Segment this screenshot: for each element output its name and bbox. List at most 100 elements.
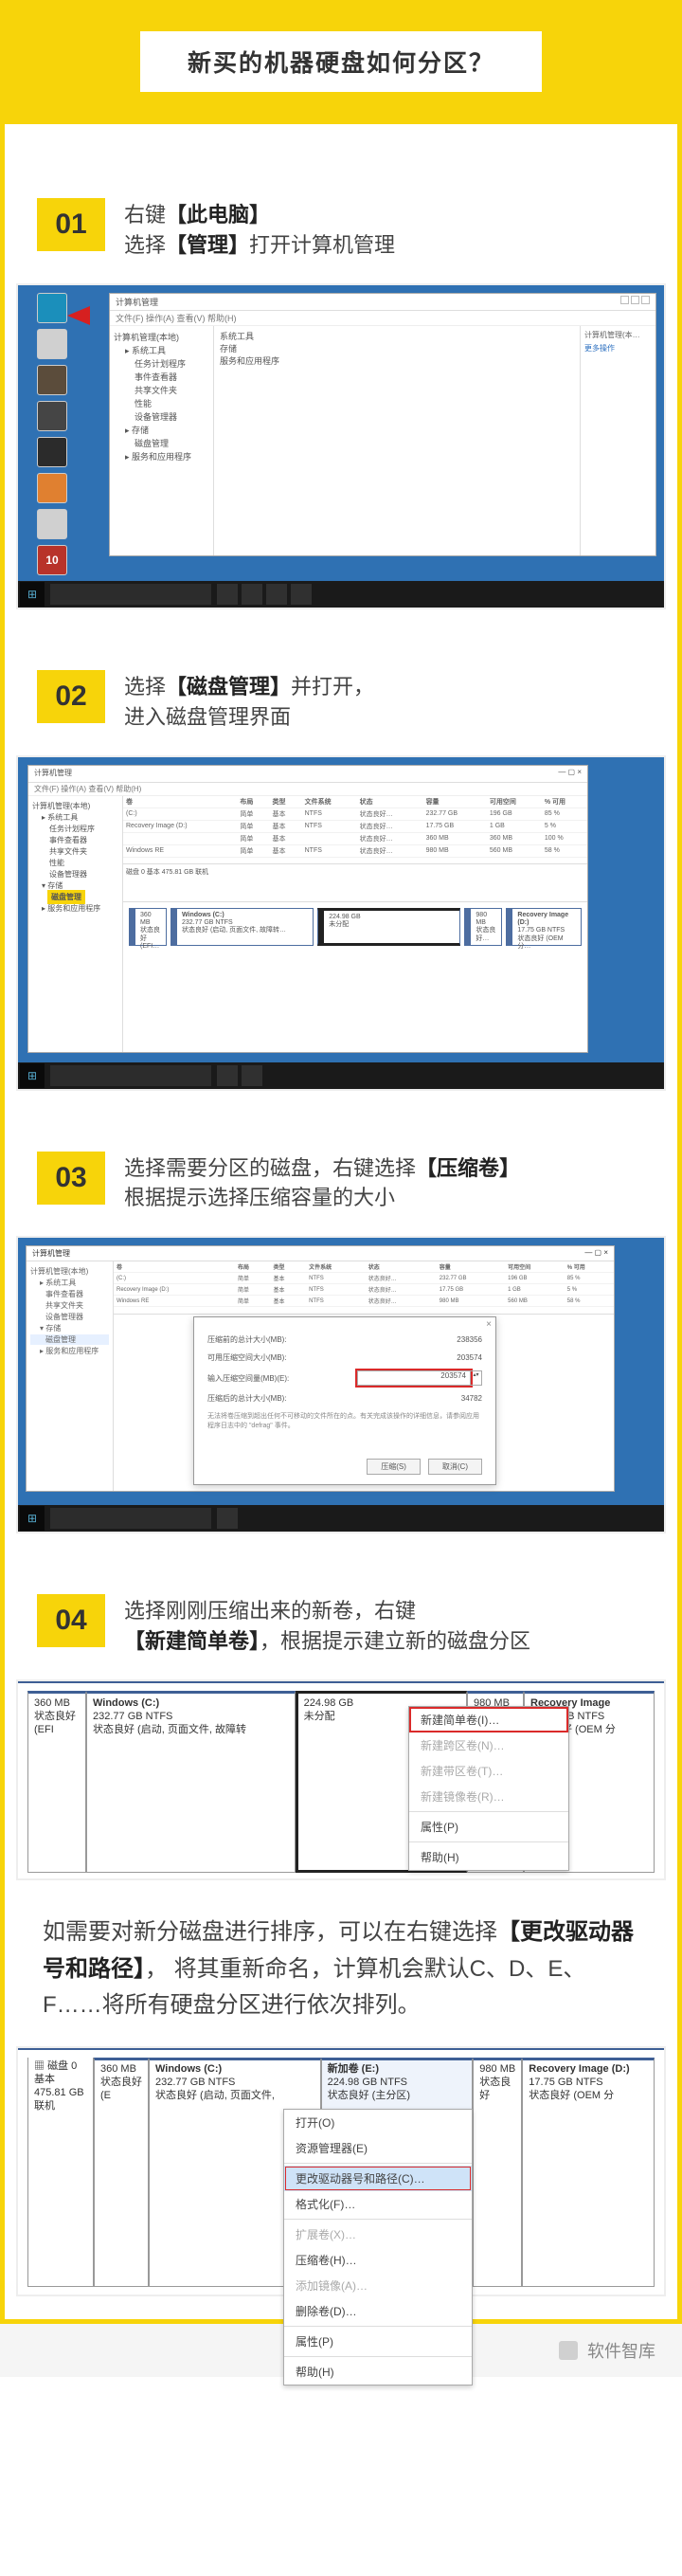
tree-system-tools[interactable]: ▸ 系统工具 (114, 344, 209, 356)
menu-properties[interactable]: 属性(P) (284, 2329, 472, 2354)
tree-disk-management[interactable]: 磁盘管理 (114, 437, 209, 449)
tree-storage[interactable]: ▸ 存储 (114, 424, 209, 436)
taskbar[interactable]: ⊞ (18, 1062, 664, 1089)
tree-item[interactable]: 性能 (114, 397, 209, 409)
taskbar-search[interactable] (50, 584, 211, 605)
menu-explorer[interactable]: 资源管理器(E) (284, 2135, 472, 2161)
window-buttons[interactable]: — ▢ × (584, 1248, 608, 1259)
taskbar-search[interactable] (50, 1508, 211, 1529)
menu-open[interactable]: 打开(O) (284, 2110, 472, 2135)
menu-properties[interactable]: 属性(P) (409, 1814, 568, 1840)
table-row[interactable]: Recovery Image (D:)简单基本NTFS状态良好…17.75 GB… (114, 1284, 614, 1296)
center-item[interactable]: 系统工具 (220, 330, 574, 342)
table-row[interactable]: Recovery Image (D:)简单基本NTFS状态良好…17.75 GB… (123, 820, 587, 832)
part-4[interactable]: 980 MB状态良好… (476, 912, 498, 944)
part-1[interactable]: 360 MB状态良好 (EFI… (140, 912, 163, 952)
table-row[interactable]: Windows RE简单基本NTFS状态良好…980 MB560 MB58 % (114, 1296, 614, 1307)
part-small[interactable]: 980 MB状态良好 (473, 2058, 522, 2287)
partition-strip[interactable]: 360 MB状态良好 (EFI… Windows (C:)232.77 GB N… (123, 902, 587, 1052)
col-capacity[interactable]: 容量 (423, 796, 487, 808)
tree-item[interactable]: ▸ 系统工具 (32, 812, 118, 823)
menu-format[interactable]: 格式化(F)… (284, 2191, 472, 2217)
tree-disk-management-highlight[interactable]: 磁盘管理 (32, 892, 118, 902)
start-button-icon[interactable]: ⊞ (20, 1063, 45, 1088)
tree-item[interactable]: 任务计划程序 (114, 357, 209, 370)
taskbar-icon[interactable] (266, 584, 287, 605)
start-button-icon[interactable]: ⊞ (20, 582, 45, 607)
table-row[interactable]: Windows RE简单基本NTFS状态良好…980 MB560 MB58 % (123, 844, 587, 857)
tree-item[interactable]: ▸ 服务和应用程序 (32, 903, 118, 914)
tree-item[interactable]: 设备管理器 (30, 1312, 109, 1322)
part-d[interactable]: Recovery Image (D:)17.75 GB NTFS状态良好 (OE… (517, 912, 578, 952)
table-row[interactable]: 简单基本状态良好…360 MB360 MB100 % (123, 832, 587, 844)
part-recovery[interactable]: Recovery Image (D:)17.75 GB NTFS状态良好 (OE… (522, 2058, 655, 2287)
col-volume[interactable]: 卷 (123, 796, 237, 808)
taskbar-icon[interactable] (291, 584, 312, 605)
part-c[interactable]: Windows (C:)232.77 GB NTFS状态良好 (启动, 页面文件… (86, 1691, 296, 1873)
part-unalloc[interactable]: 224.98 GB未分配 (329, 914, 457, 930)
tree-item[interactable]: 事件查看器 (114, 371, 209, 383)
col-free[interactable]: 可用空间 (487, 796, 542, 808)
taskbar-icon[interactable] (242, 584, 262, 605)
center-item[interactable]: 存储 (220, 342, 574, 354)
taskbar[interactable]: ⊞ (18, 581, 664, 608)
taskbar-icon[interactable] (242, 1065, 262, 1086)
menu-shrink[interactable]: 压缩卷(H)… (284, 2247, 472, 2273)
taskbar-icon[interactable] (217, 1508, 238, 1529)
tree-storage[interactable]: ▾ 存储 (32, 880, 118, 891)
left-tree[interactable]: 计算机管理(本地) ▸ 系统工具 任务计划程序 事件查看器 共享文件夹 性能 设… (28, 796, 123, 1052)
tree-item[interactable]: ▾ 存储 (30, 1323, 109, 1333)
col-type[interactable]: 类型 (270, 796, 302, 808)
taskbar-search[interactable] (50, 1065, 211, 1086)
tree-item[interactable]: 性能 (32, 858, 118, 868)
actions-more[interactable]: 更多操作 (584, 343, 652, 354)
table-row[interactable]: (C:)简单基本NTFS状态良好…232.77 GB196 GB85 % (123, 807, 587, 820)
desktop-icon-generic[interactable] (37, 437, 67, 467)
tree-item[interactable]: 事件查看器 (32, 835, 118, 845)
col-status[interactable]: 状态 (357, 796, 423, 808)
left-tree[interactable]: 计算机管理(本地) ▸ 系统工具 事件查看器 共享文件夹 设备管理器 ▾ 存储 … (27, 1261, 114, 1491)
window-buttons[interactable] (619, 296, 650, 308)
tree-root[interactable]: 计算机管理(本地) (32, 801, 118, 811)
tree-item[interactable]: ▸ 服务和应用程序 (30, 1346, 109, 1356)
menu-help[interactable]: 帮助(H) (409, 1844, 568, 1870)
part-efi[interactable]: 360 MB状态良好 (E (94, 2058, 149, 2287)
volume-table[interactable]: 卷布局类型文件系统状态容量可用空间% 可用 (C:)简单基本NTFS状态良好…2… (114, 1261, 614, 1315)
menu-change-drive-letter[interactable]: 更改驱动器号和路径(C)… (284, 2166, 472, 2191)
tree-root[interactable]: 计算机管理(本地) (30, 1266, 109, 1277)
desktop-icon-generic[interactable] (37, 509, 67, 539)
tree-item[interactable]: 事件查看器 (30, 1289, 109, 1299)
tree-item[interactable]: 设备管理器 (114, 410, 209, 423)
dialog-close-icon[interactable]: × (486, 1319, 492, 1330)
tree-item[interactable]: 共享文件夹 (114, 384, 209, 396)
taskbar[interactable]: ⊞ (18, 1505, 664, 1532)
tree-root[interactable]: 计算机管理(本地) (114, 331, 209, 343)
left-tree[interactable]: 计算机管理(本地) ▸ 系统工具 任务计划程序 事件查看器 共享文件夹 性能 设… (110, 326, 214, 555)
desktop-icon-generic[interactable] (37, 473, 67, 503)
volume-table[interactable]: 卷 布局 类型 文件系统 状态 容量 可用空间 % 可用 (C:)简单基本NTF… (123, 796, 587, 864)
taskbar-icon[interactable] (217, 584, 238, 605)
spin-up-down-icon[interactable]: ▴▾ (471, 1370, 482, 1386)
tree-disk-management[interactable]: 磁盘管理 (30, 1334, 109, 1345)
window-menubar[interactable]: 文件(F) 操作(A) 查看(V) 帮助(H) (28, 783, 587, 796)
tree-item[interactable]: 设备管理器 (32, 869, 118, 880)
desktop-icon-steam[interactable] (37, 401, 67, 431)
tree-services[interactable]: ▸ 服务和应用程序 (114, 450, 209, 463)
tree-item[interactable]: 任务计划程序 (32, 824, 118, 834)
window-buttons[interactable]: — ▢ × (558, 768, 582, 780)
tree-item[interactable]: 共享文件夹 (30, 1300, 109, 1311)
tree-item[interactable]: 共享文件夹 (32, 846, 118, 857)
desktop-icon-this-pc[interactable] (37, 293, 67, 323)
col-pct[interactable]: % 可用 (542, 796, 587, 808)
table-row[interactable]: (C:)简单基本NTFS状态良好…232.77 GB196 GB85 % (114, 1273, 614, 1284)
shrink-ok-button[interactable]: 压缩(S) (367, 1459, 421, 1475)
taskbar-icon[interactable] (217, 1065, 238, 1086)
part-efi[interactable]: 360 MB状态良好 (EFI (27, 1691, 86, 1873)
desktop-icon-generic[interactable] (37, 329, 67, 359)
col-layout[interactable]: 布局 (237, 796, 269, 808)
desktop-icon-10[interactable]: 10 (37, 545, 67, 575)
start-button-icon[interactable]: ⊞ (20, 1506, 45, 1531)
desktop-icon-generic[interactable] (37, 365, 67, 395)
shrink-input-field[interactable]: 203574 (357, 1370, 471, 1386)
tree-item[interactable]: ▸ 系统工具 (30, 1278, 109, 1288)
